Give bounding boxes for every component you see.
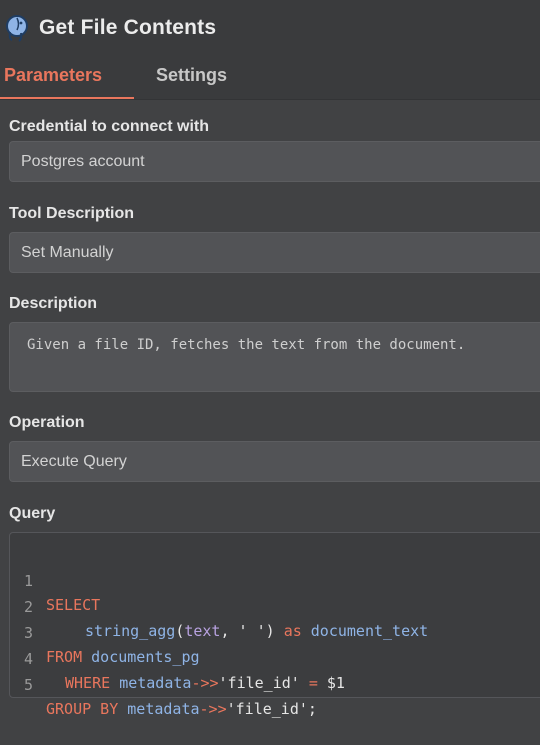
postgres-elephant-icon bbox=[4, 14, 30, 42]
credential-value: Postgres account bbox=[21, 153, 145, 170]
description-value: Given a file ID, fetches the text from t… bbox=[27, 337, 466, 353]
sql-column: metadata bbox=[127, 700, 200, 718]
code-text: GROUP BY metadata->>'file_id'; bbox=[46, 697, 317, 721]
tool-description-label: Tool Description bbox=[9, 205, 135, 222]
sql-operator: = bbox=[299, 674, 327, 692]
query-label: Query bbox=[9, 505, 56, 522]
sql-keyword: GROUP BY bbox=[46, 700, 119, 718]
sql-operator: ->> bbox=[199, 700, 227, 718]
title-row: Get File Contents bbox=[4, 14, 216, 42]
code-line: 5 GROUP BY metadata->>'file_id'; bbox=[10, 649, 317, 718]
sql-table: documents_pg bbox=[91, 648, 200, 666]
sql-keyword: FROM bbox=[46, 648, 83, 666]
sql-parameter: $1 bbox=[326, 674, 345, 692]
sql-function: string_agg bbox=[85, 622, 176, 640]
code-line: 1 SELECT bbox=[10, 545, 100, 614]
code-line: 2 string_agg(text, ' ') as document_text bbox=[10, 571, 428, 640]
credential-label: Credential to connect with bbox=[9, 118, 210, 135]
code-line: 3 FROM documents_pg bbox=[10, 597, 200, 666]
node-header: Get File Contents Parameters Settings bbox=[0, 0, 540, 100]
operation-label: Operation bbox=[9, 414, 85, 431]
tab-bar: Parameters Settings bbox=[0, 60, 540, 100]
description-label: Description bbox=[9, 295, 98, 312]
sql-column: text bbox=[184, 622, 221, 640]
operation-select[interactable]: Execute Query bbox=[9, 441, 540, 482]
code-text: SELECT bbox=[46, 593, 100, 617]
tool-description-value: Set Manually bbox=[21, 244, 114, 261]
code-text: WHERE metadata->>'file_id' = $1 bbox=[65, 671, 345, 695]
query-editor[interactable]: 1 SELECT 2 string_agg(text, ' ') as docu… bbox=[9, 532, 540, 718]
tab-parameters[interactable]: Parameters bbox=[4, 65, 102, 86]
code-line: 4 WHERE metadata->>'file_id' = $1 bbox=[10, 623, 345, 692]
header-divider bbox=[0, 99, 540, 100]
sql-terminator: ; bbox=[307, 700, 317, 718]
sql-paren: ( bbox=[175, 622, 185, 640]
line-number: 5 bbox=[24, 676, 34, 694]
sql-column: metadata bbox=[119, 674, 192, 692]
sql-string: 'file_id' bbox=[218, 674, 300, 692]
credential-select[interactable]: Postgres account bbox=[9, 141, 540, 182]
operation-value: Execute Query bbox=[21, 453, 127, 470]
sql-keyword: as bbox=[283, 622, 302, 640]
description-textarea[interactable]: Given a file ID, fetches the text from t… bbox=[9, 322, 540, 392]
code-text: FROM documents_pg bbox=[46, 645, 200, 669]
sql-separator: , ' ') bbox=[220, 622, 284, 640]
sql-operator: ->> bbox=[191, 674, 219, 692]
sql-keyword: WHERE bbox=[65, 674, 111, 692]
sql-string: 'file_id' bbox=[226, 700, 308, 718]
tab-settings[interactable]: Settings bbox=[156, 65, 227, 86]
tool-description-select[interactable]: Set Manually bbox=[9, 232, 540, 273]
page-title: Get File Contents bbox=[39, 16, 217, 39]
sql-alias: document_text bbox=[310, 622, 429, 640]
sql-keyword: SELECT bbox=[46, 596, 101, 614]
code-text: string_agg(text, ' ') as document_text bbox=[85, 619, 428, 643]
